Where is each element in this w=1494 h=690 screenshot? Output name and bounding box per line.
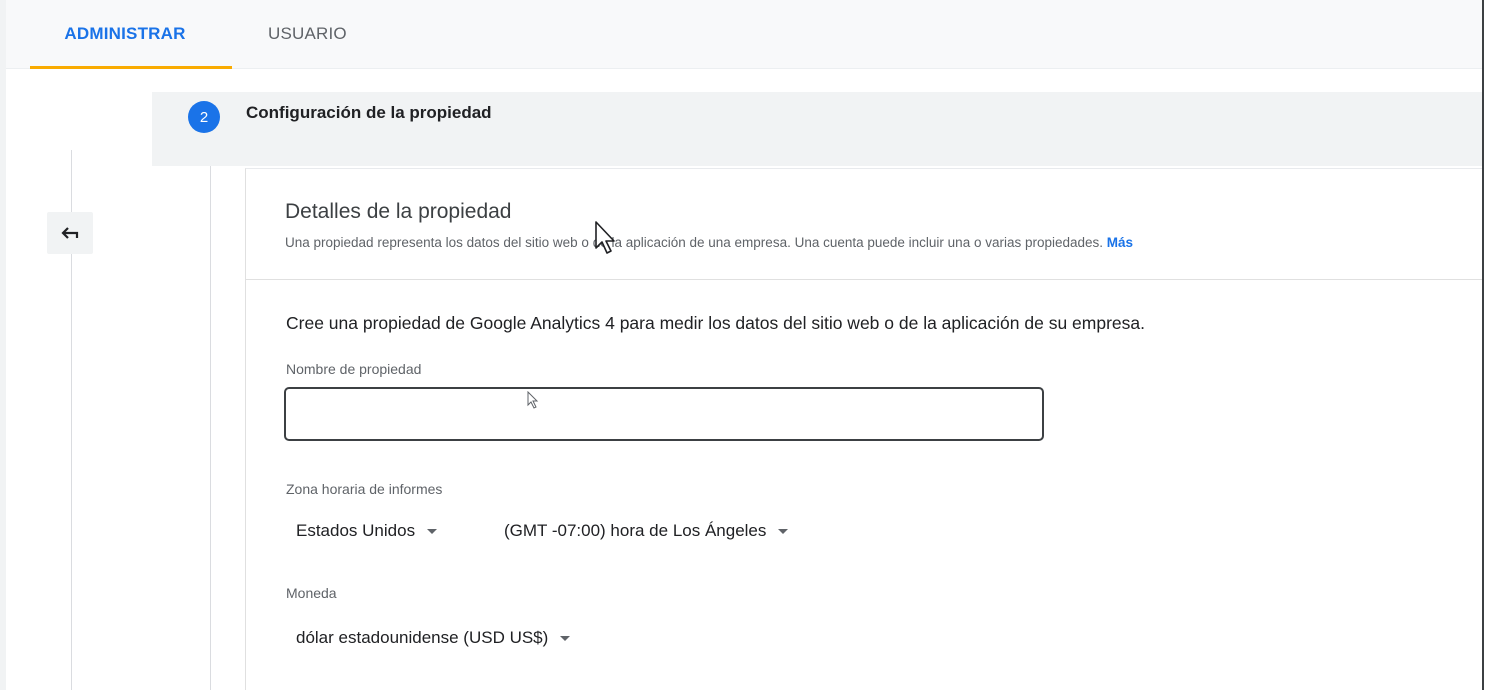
mouse-pointer-icon: [527, 391, 539, 409]
back-arrow-icon: [61, 227, 79, 239]
property-name-label: Nombre de propiedad: [286, 361, 422, 377]
tab-administrar[interactable]: ADMINISTRAR: [18, 0, 232, 69]
country-select[interactable]: Estados Unidos: [296, 521, 438, 541]
timezone-select[interactable]: (GMT -07:00) hora de Los Ángeles: [504, 521, 789, 541]
top-tab-bar: ADMINISTRAR USUARIO: [6, 0, 1482, 69]
timezone-select-value: (GMT -07:00) hora de Los Ángeles: [504, 521, 767, 540]
currency-label: Moneda: [286, 585, 337, 601]
card-header: Detalles de la propiedad Una propiedad r…: [246, 169, 1482, 280]
currency-select[interactable]: dólar estadounidense (USD US$): [296, 628, 571, 648]
mouse-pointer-icon: [595, 221, 615, 254]
caret-down-icon: [560, 635, 571, 641]
form-intro: Cree una propiedad de Google Analytics 4…: [286, 313, 1145, 333]
step-title: Configuración de la propiedad: [246, 103, 492, 122]
back-button[interactable]: [47, 212, 93, 254]
card-subtitle-text: Una propiedad representa los datos del s…: [285, 235, 1104, 250]
property-details-card: Detalles de la propiedad Una propiedad r…: [245, 168, 1482, 690]
tab-usuario-label: USUARIO: [268, 24, 347, 43]
stepper-rail-inner: [210, 140, 211, 690]
step-header[interactable]: 2 Configuración de la propiedad: [152, 92, 1482, 166]
caret-down-icon: [778, 528, 789, 534]
card-title: Detalles de la propiedad: [285, 200, 512, 223]
property-name-input[interactable]: [284, 387, 1044, 441]
tab-administrar-label: ADMINISTRAR: [64, 24, 186, 43]
more-link[interactable]: Más: [1107, 235, 1133, 250]
country-select-value: Estados Unidos: [296, 521, 416, 540]
timezone-label: Zona horaria de informes: [286, 481, 443, 497]
app-frame: ADMINISTRAR USUARIO 2 Configuración de l…: [0, 0, 1494, 690]
window-right-edge: [1482, 0, 1494, 690]
currency-select-value: dólar estadounidense (USD US$): [296, 628, 549, 647]
caret-down-icon: [427, 528, 438, 534]
card-subtitle: Una propiedad representa los datos del s…: [285, 235, 1133, 250]
step-number-badge: 2: [188, 101, 220, 133]
tab-usuario[interactable]: USUARIO: [268, 0, 347, 68]
